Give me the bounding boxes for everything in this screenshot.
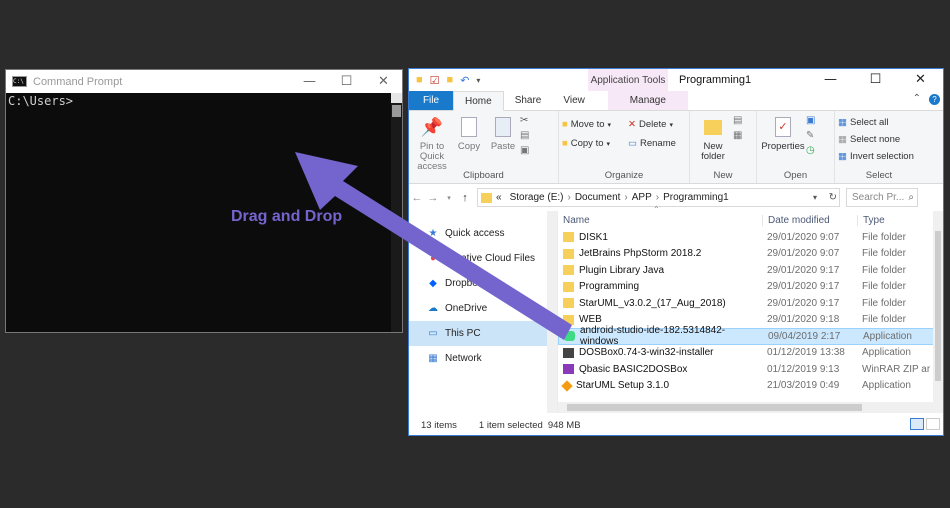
drag-arrow	[295, 152, 572, 340]
drag-and-drop-label: Drag and Drop	[231, 208, 343, 225]
drag-arrow-shape	[295, 152, 572, 340]
